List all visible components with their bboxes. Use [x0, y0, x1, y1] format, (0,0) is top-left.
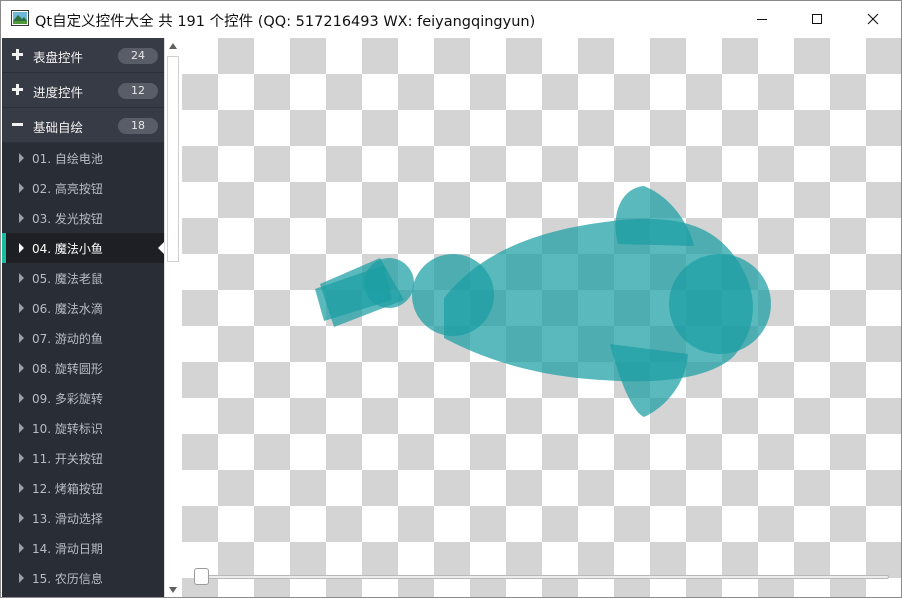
title-bar[interactable]: Qt自定义控件大全 共 191 个控件 (QQ: 517216493 WX: f…	[1, 1, 901, 37]
sidebar-scrollbar[interactable]	[164, 38, 181, 597]
sidebar-nav: 表盘控件 24 进度控件 12 基础自绘 18 01. 自绘电池 02. 高亮按…	[2, 38, 164, 597]
caret-right-icon	[19, 483, 24, 493]
caret-right-icon	[19, 393, 24, 403]
fish-head	[669, 254, 771, 354]
nav-item-label: 13. 滑动选择	[32, 512, 103, 526]
triangle-up-icon	[169, 43, 177, 49]
nav-item-magic-fish[interactable]: 04. 魔法小鱼	[2, 233, 164, 263]
nav-item-label: 07. 游动的鱼	[32, 332, 103, 346]
fish-tail-segment-large	[412, 254, 494, 336]
slider-handle[interactable]	[194, 568, 209, 585]
nav-item-label: 06. 魔法水滴	[32, 302, 103, 316]
maximize-button[interactable]	[789, 1, 845, 37]
caret-right-icon	[19, 303, 24, 313]
nav-item-magic-mouse[interactable]: 05. 魔法老鼠	[2, 263, 164, 293]
nav-item-label: 04. 魔法小鱼	[32, 242, 103, 256]
nav-item-label: 02. 高亮按钮	[32, 182, 103, 196]
nav-item-label: 14. 滑动日期	[32, 542, 103, 556]
window-title: Qt自定义控件大全 共 191 个控件 (QQ: 517216493 WX: f…	[35, 14, 536, 30]
scroll-down-button[interactable]	[165, 582, 181, 597]
nav-group-count-badge: 12	[118, 83, 158, 99]
nav-group-label: 表盘控件	[33, 50, 84, 65]
nav-item-slide-select[interactable]: 13. 滑动选择	[2, 503, 164, 533]
caret-right-icon	[19, 243, 24, 253]
nav-item-label: 11. 开关按钮	[32, 452, 103, 466]
slider-track[interactable]	[201, 575, 889, 579]
nav-group-label: 基础自绘	[33, 120, 84, 135]
caret-right-icon	[19, 183, 24, 193]
caret-right-icon	[19, 363, 24, 373]
nav-item-label: 01. 自绘电池	[32, 152, 103, 166]
nav-item-swimming-fish[interactable]: 07. 游动的鱼	[2, 323, 164, 353]
nav-item-highlight-button[interactable]: 02. 高亮按钮	[2, 173, 164, 203]
nav-item-battery[interactable]: 01. 自绘电池	[2, 143, 164, 173]
nav-item-label: 03. 发光按钮	[32, 212, 103, 226]
minimize-button[interactable]	[734, 1, 790, 37]
app-icon	[11, 10, 29, 26]
preview-canvas	[182, 38, 901, 597]
nav-group-progress-controls[interactable]: 进度控件 12	[2, 73, 164, 108]
nav-item-oven-button[interactable]: 12. 烤箱按钮	[2, 473, 164, 503]
nav-item-label: 05. 魔法老鼠	[32, 272, 103, 286]
nav-item-label: 15. 农历信息	[32, 572, 103, 586]
main-window: Qt自定义控件大全 共 191 个控件 (QQ: 517216493 WX: f…	[0, 0, 902, 598]
nav-item-rotating-logo[interactable]: 10. 旋转标识	[2, 413, 164, 443]
nav-item-lunar-info[interactable]: 15. 农历信息	[2, 563, 164, 593]
nav-group-basic-drawing[interactable]: 基础自绘 18	[2, 108, 164, 143]
caret-right-icon	[19, 153, 24, 163]
nav-item-label: 12. 烤箱按钮	[32, 482, 103, 496]
caret-right-icon	[19, 213, 24, 223]
minimize-icon	[757, 19, 767, 20]
nav-item-colorful-spin[interactable]: 09. 多彩旋转	[2, 383, 164, 413]
nav-item-label: 09. 多彩旋转	[32, 392, 103, 406]
nav-item-magic-drop[interactable]: 06. 魔法水滴	[2, 293, 164, 323]
magic-fish-illustration	[315, 186, 771, 417]
close-button[interactable]	[845, 1, 901, 37]
plus-icon	[12, 49, 23, 60]
maximize-icon	[812, 14, 822, 24]
caret-right-icon	[19, 543, 24, 553]
scrollbar-thumb[interactable]	[167, 56, 179, 262]
plus-icon	[12, 84, 23, 95]
minus-icon	[12, 123, 23, 126]
close-icon	[867, 13, 879, 25]
caret-right-icon	[19, 423, 24, 433]
scroll-up-button[interactable]	[165, 38, 181, 54]
nav-item-slide-date[interactable]: 14. 滑动日期	[2, 533, 164, 563]
triangle-down-icon	[169, 587, 177, 593]
nav-group-label: 进度控件	[33, 85, 84, 100]
nav-item-rotating-circle[interactable]: 08. 旋转圆形	[2, 353, 164, 383]
caret-right-icon	[19, 573, 24, 583]
caret-right-icon	[19, 453, 24, 463]
nav-item-glow-button[interactable]: 03. 发光按钮	[2, 203, 164, 233]
nav-item-label: 08. 旋转圆形	[32, 362, 103, 376]
nav-item-label: 10. 旋转标识	[32, 422, 103, 436]
nav-item-switch-button[interactable]: 11. 开关按钮	[2, 443, 164, 473]
caret-right-icon	[19, 333, 24, 343]
nav-group-dial-controls[interactable]: 表盘控件 24	[2, 38, 164, 73]
nav-group-count-badge: 24	[118, 48, 158, 64]
caret-right-icon	[19, 273, 24, 283]
nav-group-count-badge: 18	[118, 118, 158, 134]
caret-right-icon	[19, 513, 24, 523]
